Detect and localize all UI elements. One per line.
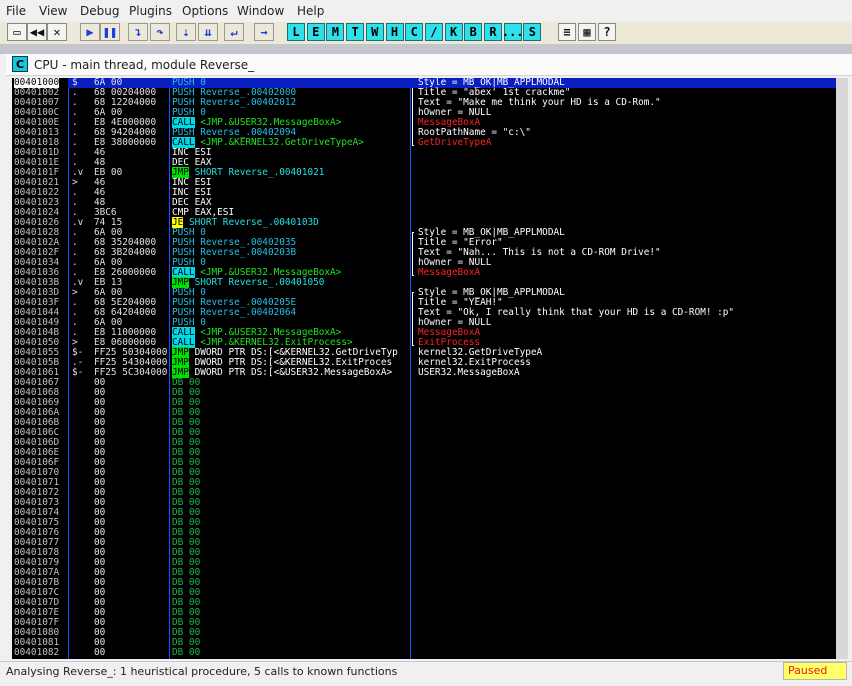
disassembly-row[interactable]: 0040101E. 48 DEC EAX (12, 158, 848, 168)
status-bar: Analysing Reverse_: 1 heuristical proced… (0, 661, 852, 681)
window-button-12[interactable]: S (523, 23, 542, 41)
cpu-window-titlebar: C CPU - main thread, module Reverse_ (6, 54, 852, 76)
comment: USER32.MessageBoxA (418, 367, 520, 378)
disassembly-row[interactable]: 00401018. E8 38000000 CALL <JMP.&KERNEL32.… (12, 137, 848, 148)
window-button-6[interactable]: C (405, 23, 424, 41)
menu-bar: File View Debug Plugins Options Window Help (0, 0, 852, 22)
disassembly-row[interactable]: 00401036. E8 26000000 CALL <JMP.&USER32.Me… (12, 267, 848, 278)
disassembly-row[interactable]: 00401067 00 DB 00 (12, 378, 848, 388)
menu-view[interactable]: View (39, 4, 67, 18)
disassembly-row[interactable]: 00401022. 46 INC ESI (12, 188, 848, 198)
disassembly-row[interactable]: 00401021 >46 INC ESI (12, 178, 848, 188)
operand: <JMP.&KERNEL32.GetDriveTypeA> (194, 137, 364, 148)
disassembly-row[interactable]: 0040107B 00 DB 00 (12, 578, 848, 588)
disassembly-row[interactable]: 00401071 00 DB 00 (12, 478, 848, 488)
disassembly-row[interactable]: 00401069 00 DB 00 (12, 398, 848, 408)
window-button-3[interactable]: T (346, 23, 365, 41)
goto-icon[interactable]: → (254, 23, 274, 41)
disassembly-row[interactable]: 00401023. 48 DEC EAX (12, 198, 848, 208)
trace-into-icon[interactable]: ⇣ (176, 23, 196, 41)
disassembly-row[interactable]: 0040107A 00 DB 00 (12, 568, 848, 578)
list-icon[interactable]: ≡ (558, 23, 576, 41)
menu-help[interactable]: Help (297, 4, 324, 18)
hex-dump: 00 (94, 647, 106, 658)
status-message: Analysing Reverse_: 1 heuristical proced… (6, 665, 398, 678)
step-over-icon[interactable]: ↷ (150, 23, 170, 41)
help-icon[interactable]: ? (598, 23, 616, 41)
grid-icon[interactable]: ▦ (578, 23, 596, 41)
cpu-window-title: CPU - main thread, module Reverse_ (34, 58, 255, 72)
operand: SHORT Reverse_.00401050 (188, 277, 325, 288)
close-icon[interactable]: ✕ (47, 23, 67, 41)
disassembly-row[interactable]: 0040107F 00 DB 00 (12, 618, 848, 628)
cpu-window-icon: C (12, 56, 28, 72)
disassembly-row[interactable]: 0040106C 00 DB 00 (12, 428, 848, 438)
window-button-10[interactable]: R (484, 23, 502, 41)
window-button-8[interactable]: K (444, 23, 463, 41)
menu-options[interactable]: Options (182, 4, 228, 18)
window-button-1[interactable]: E (306, 23, 325, 41)
jump-marker: $- (72, 367, 84, 378)
disassembly-row[interactable]: 0040106A 00 DB 00 (12, 408, 848, 418)
toolbar: ▭ ◀◀ ✕ ▶ ❚❚ ↴ ↷ ⇣ ⇊ ↵ → L E M T W H C / K B R... S ≡ ▦? (0, 22, 852, 44)
comment: GetDriveTypeA (418, 137, 492, 148)
disassembly-row[interactable]: 00401078 00 DB 00 (12, 548, 848, 558)
menu-debug[interactable]: Debug (80, 4, 119, 18)
disassembly-row[interactable]: 00401081 00 DB 00 (12, 638, 848, 648)
pause-icon[interactable]: ❚❚ (100, 23, 120, 41)
disassembly-row[interactable]: 0040107D 00 DB 00 (12, 598, 848, 608)
mnemonic: DB 00 (172, 647, 201, 658)
disassembly-row[interactable]: 00401080 00 DB 00 (12, 628, 848, 638)
menu-plugins[interactable]: Plugins (129, 4, 172, 18)
disassembly-row[interactable]: 0040107C 00 DB 00 (12, 588, 848, 598)
disassembly-row[interactable]: 00401073 00 DB 00 (12, 498, 848, 508)
disassembly-row[interactable]: 0040106F 00 DB 00 (12, 458, 848, 468)
rewind-icon[interactable]: ◀◀ (27, 23, 47, 41)
disassembly-row[interactable]: 0040101D. 46 INC ESI (12, 148, 848, 158)
disassembly-row[interactable]: 00401079 00 DB 00 (12, 558, 848, 568)
disassembly-row[interactable]: 00401061 $- FF25 5C304000 JMP DWORD PTR DS:… (12, 367, 848, 378)
disassembly-row[interactable]: 00401075 00 DB 00 (12, 518, 848, 528)
disassembly-row[interactable]: 00401072 00 DB 00 (12, 488, 848, 498)
execution-state-badge: Paused (783, 662, 847, 680)
disassembly-row[interactable]: 00401076 00 DB 00 (12, 528, 848, 538)
disassembly-row[interactable]: 0040101F .v EB 00 JMP SHORT Reverse_.004010… (12, 167, 848, 178)
hex-dump: FF25 5C304000 (94, 367, 168, 378)
disassembly-row[interactable]: 0040106E 00 DB 00 (12, 448, 848, 458)
window-button-5[interactable]: H (385, 23, 404, 41)
run-icon[interactable]: ▶ (80, 23, 100, 41)
disassembly-row[interactable]: 00401074 00 DB 00 (12, 508, 848, 518)
operand: DWORD PTR DS:[<&USER32.MessageBoxA> (188, 367, 393, 378)
disassembly-row[interactable]: 00401068 00 DB 00 (12, 388, 848, 398)
mdi-background (0, 44, 852, 54)
address: 00401082 (14, 647, 60, 658)
menu-file[interactable]: File (6, 4, 26, 18)
comment: MessageBoxA (418, 267, 481, 278)
step-into-icon[interactable]: ↴ (128, 23, 148, 41)
window-button-2[interactable]: M (326, 23, 345, 41)
disassembly-row[interactable]: 0040106B 00 DB 00 (12, 418, 848, 428)
window-button-11[interactable]: ... (502, 23, 524, 41)
disassembly-pane[interactable]: 00401000 $6A 00 PUSH 0 Style = MB_OK|MB_APP… (12, 78, 848, 659)
window-button-4[interactable]: W (365, 23, 384, 41)
window-button-0[interactable]: L (287, 23, 305, 41)
vertical-scrollbar[interactable] (836, 78, 848, 659)
disassembly-row[interactable]: 00401024. 3BC6 CMP EAX,ESI (12, 208, 848, 218)
window-button-9[interactable]: B (464, 23, 483, 41)
open-file-icon[interactable]: ▭ (7, 23, 27, 41)
menu-window[interactable]: Window (237, 4, 284, 18)
disassembly-row[interactable]: 0040107E 00 DB 00 (12, 608, 848, 618)
mnemonic: JMP DWORD PTR DS:[<&USER32.MessageBoxA> (172, 367, 393, 378)
window-button-7[interactable]: / (424, 23, 443, 41)
disassembly-row[interactable]: 0040106D 00 DB 00 (12, 438, 848, 448)
disassembly-row[interactable]: 00401082 00 DB 00 (12, 648, 848, 658)
disassembly-row[interactable]: 00401070 00 DB 00 (12, 468, 848, 478)
disassembly-row[interactable]: 00401077 00 DB 00 (12, 538, 848, 548)
trace-over-icon[interactable]: ⇊ (198, 23, 218, 41)
execute-till-return-icon[interactable]: ↵ (224, 23, 244, 41)
